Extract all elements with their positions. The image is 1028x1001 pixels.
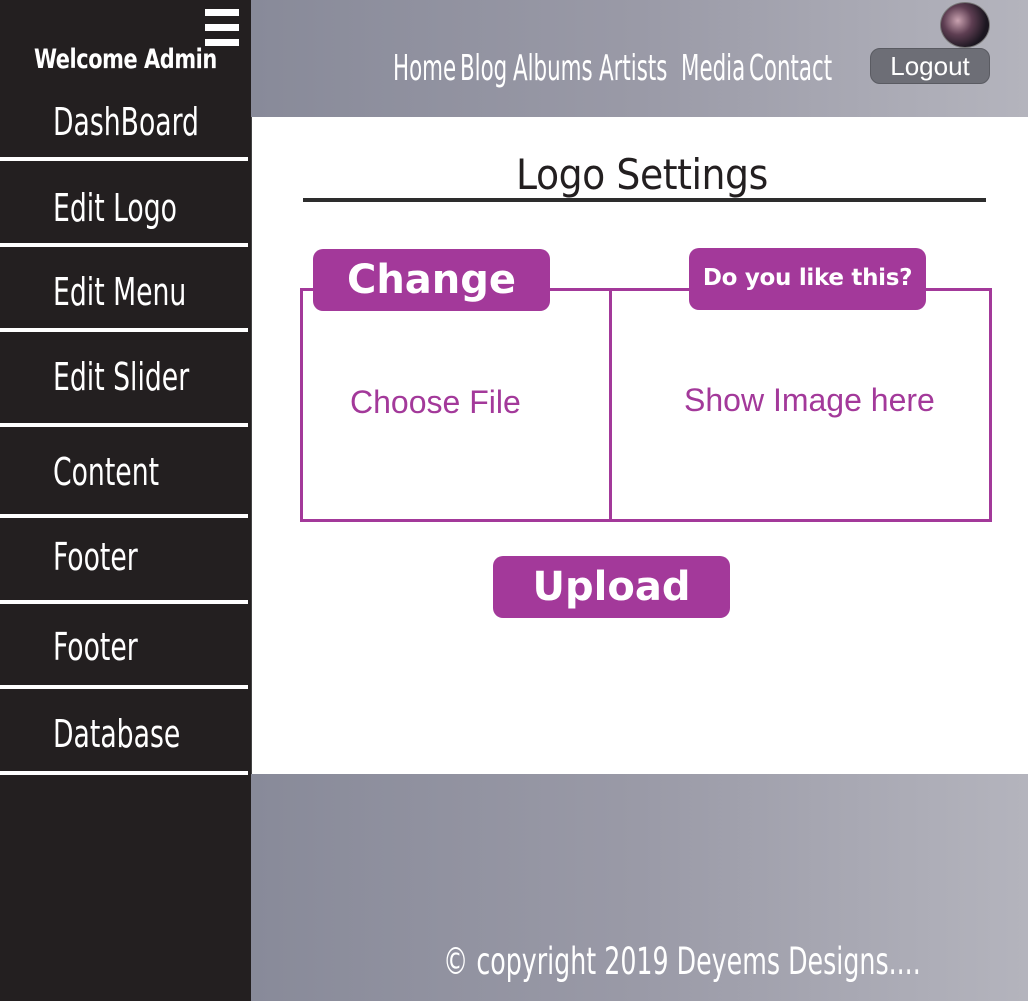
welcome-text: Welcome Admin bbox=[34, 44, 217, 75]
sidebar-item-edit-logo[interactable]: Edit Logo bbox=[0, 186, 248, 236]
sidebar-item-footer-2[interactable]: Footer bbox=[0, 625, 248, 675]
sidebar-item-edit-menu[interactable]: Edit Menu bbox=[0, 270, 248, 320]
nav-link-home[interactable]: Home bbox=[393, 48, 456, 89]
nav-link-blog[interactable]: Blog bbox=[460, 48, 507, 89]
divider bbox=[0, 685, 248, 689]
title-divider bbox=[303, 198, 986, 202]
nav-link-artists[interactable]: Artists bbox=[599, 48, 667, 89]
sidebar-item-label: Edit Menu bbox=[53, 270, 187, 314]
divider bbox=[0, 157, 248, 161]
nav-link-albums[interactable]: Albums bbox=[513, 48, 593, 89]
nav-link-contact[interactable]: Contact bbox=[749, 48, 832, 89]
sidebar-item-database[interactable]: Database bbox=[0, 712, 248, 762]
divider bbox=[0, 600, 248, 604]
copyright-text: © copyright 2019 Deyems Designs.... bbox=[443, 940, 921, 983]
page-title: Logo Settings bbox=[516, 150, 768, 199]
preview-heading: Do you like this? bbox=[689, 248, 926, 310]
image-preview-placeholder: Show Image here bbox=[684, 382, 935, 418]
sidebar-item-footer[interactable]: Footer bbox=[0, 535, 248, 585]
hamburger-bar bbox=[205, 24, 239, 31]
divider bbox=[0, 423, 248, 427]
sidebar-item-content[interactable]: Content bbox=[0, 450, 248, 500]
avatar[interactable] bbox=[940, 2, 990, 48]
sidebar-item-label: Edit Slider bbox=[53, 355, 190, 399]
logout-button[interactable]: Logout bbox=[870, 48, 990, 84]
upload-button[interactable]: Upload bbox=[493, 556, 730, 618]
sidebar-item-label: Content bbox=[53, 450, 160, 494]
hamburger-bar bbox=[205, 9, 239, 16]
divider bbox=[0, 243, 248, 247]
hamburger-bar bbox=[205, 39, 239, 46]
hamburger-menu-icon[interactable] bbox=[205, 9, 239, 46]
divider bbox=[0, 771, 248, 775]
sidebar-item-edit-slider[interactable]: Edit Slider bbox=[0, 355, 248, 405]
sidebar-item-label: Footer bbox=[53, 535, 138, 579]
sidebar: Welcome Admin DashBoard Edit Logo Edit M… bbox=[0, 0, 252, 1001]
sidebar-item-dashboard[interactable]: DashBoard bbox=[0, 100, 248, 150]
sidebar-item-label: DashBoard bbox=[53, 100, 199, 144]
choose-file-button[interactable]: Choose File bbox=[350, 384, 521, 421]
nav-link-media[interactable]: Media bbox=[681, 48, 745, 89]
change-button[interactable]: Change bbox=[313, 249, 550, 311]
divider bbox=[0, 514, 248, 518]
sidebar-item-label: Database bbox=[53, 712, 181, 756]
sidebar-item-label: Footer bbox=[53, 625, 138, 669]
sidebar-item-label: Edit Logo bbox=[53, 186, 177, 230]
divider bbox=[0, 328, 248, 332]
